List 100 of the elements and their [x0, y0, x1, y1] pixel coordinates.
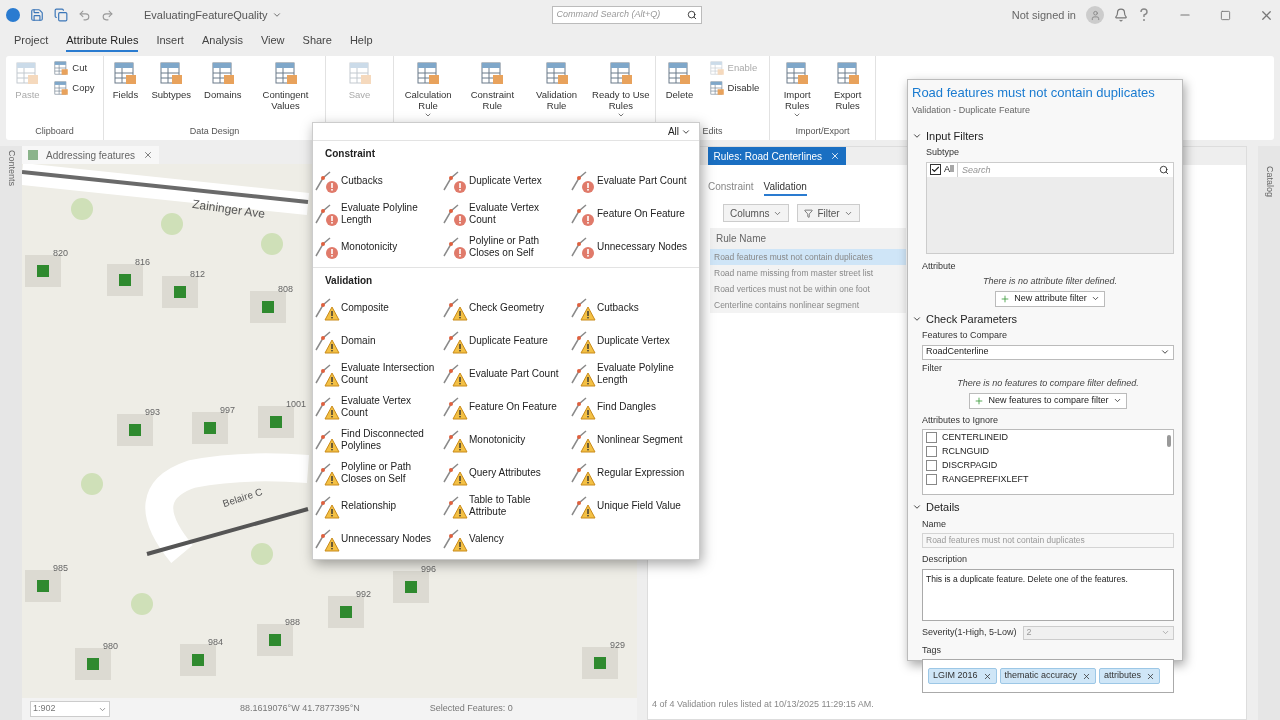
ribbon-button[interactable]: Fields	[112, 60, 139, 100]
tag-chip[interactable]: LGIM 2016	[928, 668, 997, 684]
rule-type-item[interactable]: Cutbacks	[314, 164, 442, 197]
ribbon-button[interactable]: Domains	[204, 60, 242, 100]
scale-dropdown[interactable]: 1:902	[30, 701, 110, 717]
close-icon[interactable]	[1082, 671, 1092, 681]
close-icon[interactable]	[142, 150, 153, 160]
ribbon-button[interactable]: Export Rules	[823, 60, 872, 111]
checkbox[interactable]	[926, 474, 937, 485]
help-icon[interactable]	[1138, 8, 1150, 22]
description-field[interactable]: This is a duplicate feature. Delete one of the features.	[922, 568, 1174, 621]
close-icon[interactable]	[830, 151, 840, 161]
rule-type-item[interactable]: Relationship	[314, 489, 442, 522]
ribbon-tab[interactable]: Analysis	[201, 31, 243, 52]
rule-type-item[interactable]: Composite	[314, 291, 442, 324]
close-icon[interactable]	[982, 671, 992, 681]
dock-tab[interactable]: Contents	[4, 150, 18, 187]
checkbox[interactable]	[926, 432, 937, 443]
building	[192, 412, 228, 444]
rule-type-item[interactable]: Unnecessary Nodes	[314, 522, 442, 555]
maximize-icon[interactable]	[1220, 9, 1231, 21]
rule-type-tab[interactable]: Constraint	[708, 179, 754, 196]
rule-type-item[interactable]: Polyline or Path Closes on Self	[442, 230, 570, 263]
checkbox[interactable]	[926, 446, 937, 457]
rule-type-item[interactable]: Evaluate Intersection Count	[314, 357, 442, 390]
ribbon-tab[interactable]: Help	[349, 31, 373, 52]
building	[582, 647, 618, 679]
rule-type-item[interactable]: Duplicate Feature	[442, 324, 570, 357]
rule-type-item[interactable]: Duplicate Vertex	[442, 164, 570, 197]
rule-type-item[interactable]: Evaluate Polyline Length	[314, 197, 442, 230]
ribbon-tab[interactable]: Project	[14, 31, 49, 52]
undo-icon[interactable]	[78, 8, 91, 22]
ribbon-tab[interactable]: Share	[302, 31, 332, 52]
search-icon	[686, 10, 697, 20]
checkbox[interactable]	[930, 164, 941, 175]
close-icon[interactable]	[1146, 671, 1156, 681]
tag-chip[interactable]: attributes	[1099, 668, 1161, 684]
section-header[interactable]: Input Filters	[912, 125, 984, 146]
rule-type-tab[interactable]: Validation	[763, 179, 807, 196]
rule-type-item[interactable]: Evaluate Part Count	[442, 357, 570, 390]
rule-type-item[interactable]: Evaluate Vertex Count	[314, 390, 442, 423]
rule-type-item[interactable]: Find Disconnected Polylines	[314, 423, 442, 456]
features-dropdown[interactable]: RoadCenterline	[922, 344, 1174, 360]
section-header[interactable]: Check Parameters	[912, 308, 1018, 329]
dock-tab[interactable]: Catalog	[1262, 166, 1276, 198]
section-header[interactable]: Details	[912, 497, 960, 518]
new-filter-button[interactable]: New attribute filter	[995, 290, 1105, 307]
building	[328, 596, 364, 628]
rule-type-item[interactable]: Query Attributes	[442, 456, 570, 489]
user-avatar-icon[interactable]	[1086, 6, 1104, 24]
address-label: 992	[356, 588, 372, 601]
ribbon-button[interactable]: Delete	[665, 60, 694, 100]
notification-bell-icon[interactable]	[1114, 8, 1128, 22]
rule-type-item[interactable]: Monotonicity	[314, 230, 442, 263]
rule-type-item[interactable]: Polyline or Path Closes on Self	[314, 456, 442, 489]
ribbon-button[interactable]: Calculation Rule	[397, 60, 460, 119]
ribbon-button[interactable]: Constraint Rule	[461, 60, 524, 111]
table-icon	[543, 60, 570, 86]
ribbon-tab[interactable]: Attribute Rules	[66, 31, 139, 52]
rule-type-item[interactable]: Check Geometry	[442, 291, 570, 324]
tags-field[interactable]: LGIM 2016 thematic accuracy attributes	[922, 659, 1174, 693]
rule-type-item[interactable]: Domain	[314, 324, 442, 357]
ribbon-button[interactable]: Copy	[53, 80, 95, 96]
column-header[interactable]: Rule Name	[710, 228, 906, 249]
ribbon-button[interactable]: Disable	[708, 80, 760, 96]
checkbox[interactable]	[926, 460, 937, 471]
category-dropdown[interactable]: All	[667, 124, 691, 139]
ribbon-button[interactable]: Validation Rule	[525, 60, 588, 111]
project-title[interactable]: EvaluatingFeatureQuality	[144, 6, 282, 24]
ribbon-button[interactable]: Ready to Use Rules	[589, 60, 652, 119]
toolbar-dropdown[interactable]: Columns	[723, 204, 790, 222]
rule-type-item[interactable]: Feature On Feature	[442, 390, 570, 423]
copy-icon[interactable]	[54, 8, 68, 22]
map-tab[interactable]: Addressing features	[22, 146, 159, 164]
new-filter-button[interactable]: New features to compare filter	[969, 392, 1127, 409]
toolbar-dropdown[interactable]: Filter	[797, 204, 860, 222]
ribbon-button[interactable]: Subtypes	[151, 60, 192, 100]
address-label: 985	[53, 562, 69, 575]
tag-chip[interactable]: thematic accuracy	[999, 668, 1097, 684]
address-label: 988	[285, 616, 301, 629]
building	[162, 276, 198, 308]
ribbon-tab[interactable]: View	[260, 31, 285, 52]
rule-type-item[interactable]: Monotonicity	[442, 423, 570, 456]
plus-icon	[1000, 293, 1011, 304]
redo-icon[interactable]	[101, 8, 114, 22]
table-icon	[53, 80, 70, 96]
plus-icon	[974, 395, 985, 406]
ribbon-button[interactable]: Contingent Values	[254, 60, 317, 111]
save-icon[interactable]	[30, 8, 44, 22]
pane-tab[interactable]: Rules: Road Centerlines	[707, 147, 846, 165]
tree	[131, 593, 153, 615]
address-label: 808	[278, 283, 294, 296]
ribbon-button[interactable]: Cut	[53, 60, 95, 76]
rule-type-item[interactable]: Table to Table Attribute	[442, 489, 570, 522]
table-icon	[112, 60, 139, 86]
rule-type-item[interactable]: Valency	[442, 522, 570, 555]
tree	[161, 213, 183, 235]
rule-type-item[interactable]: Evaluate Vertex Count	[442, 197, 570, 230]
ribbon-button[interactable]: Import Rules	[773, 60, 822, 119]
ribbon-tab[interactable]: Insert	[156, 31, 184, 52]
